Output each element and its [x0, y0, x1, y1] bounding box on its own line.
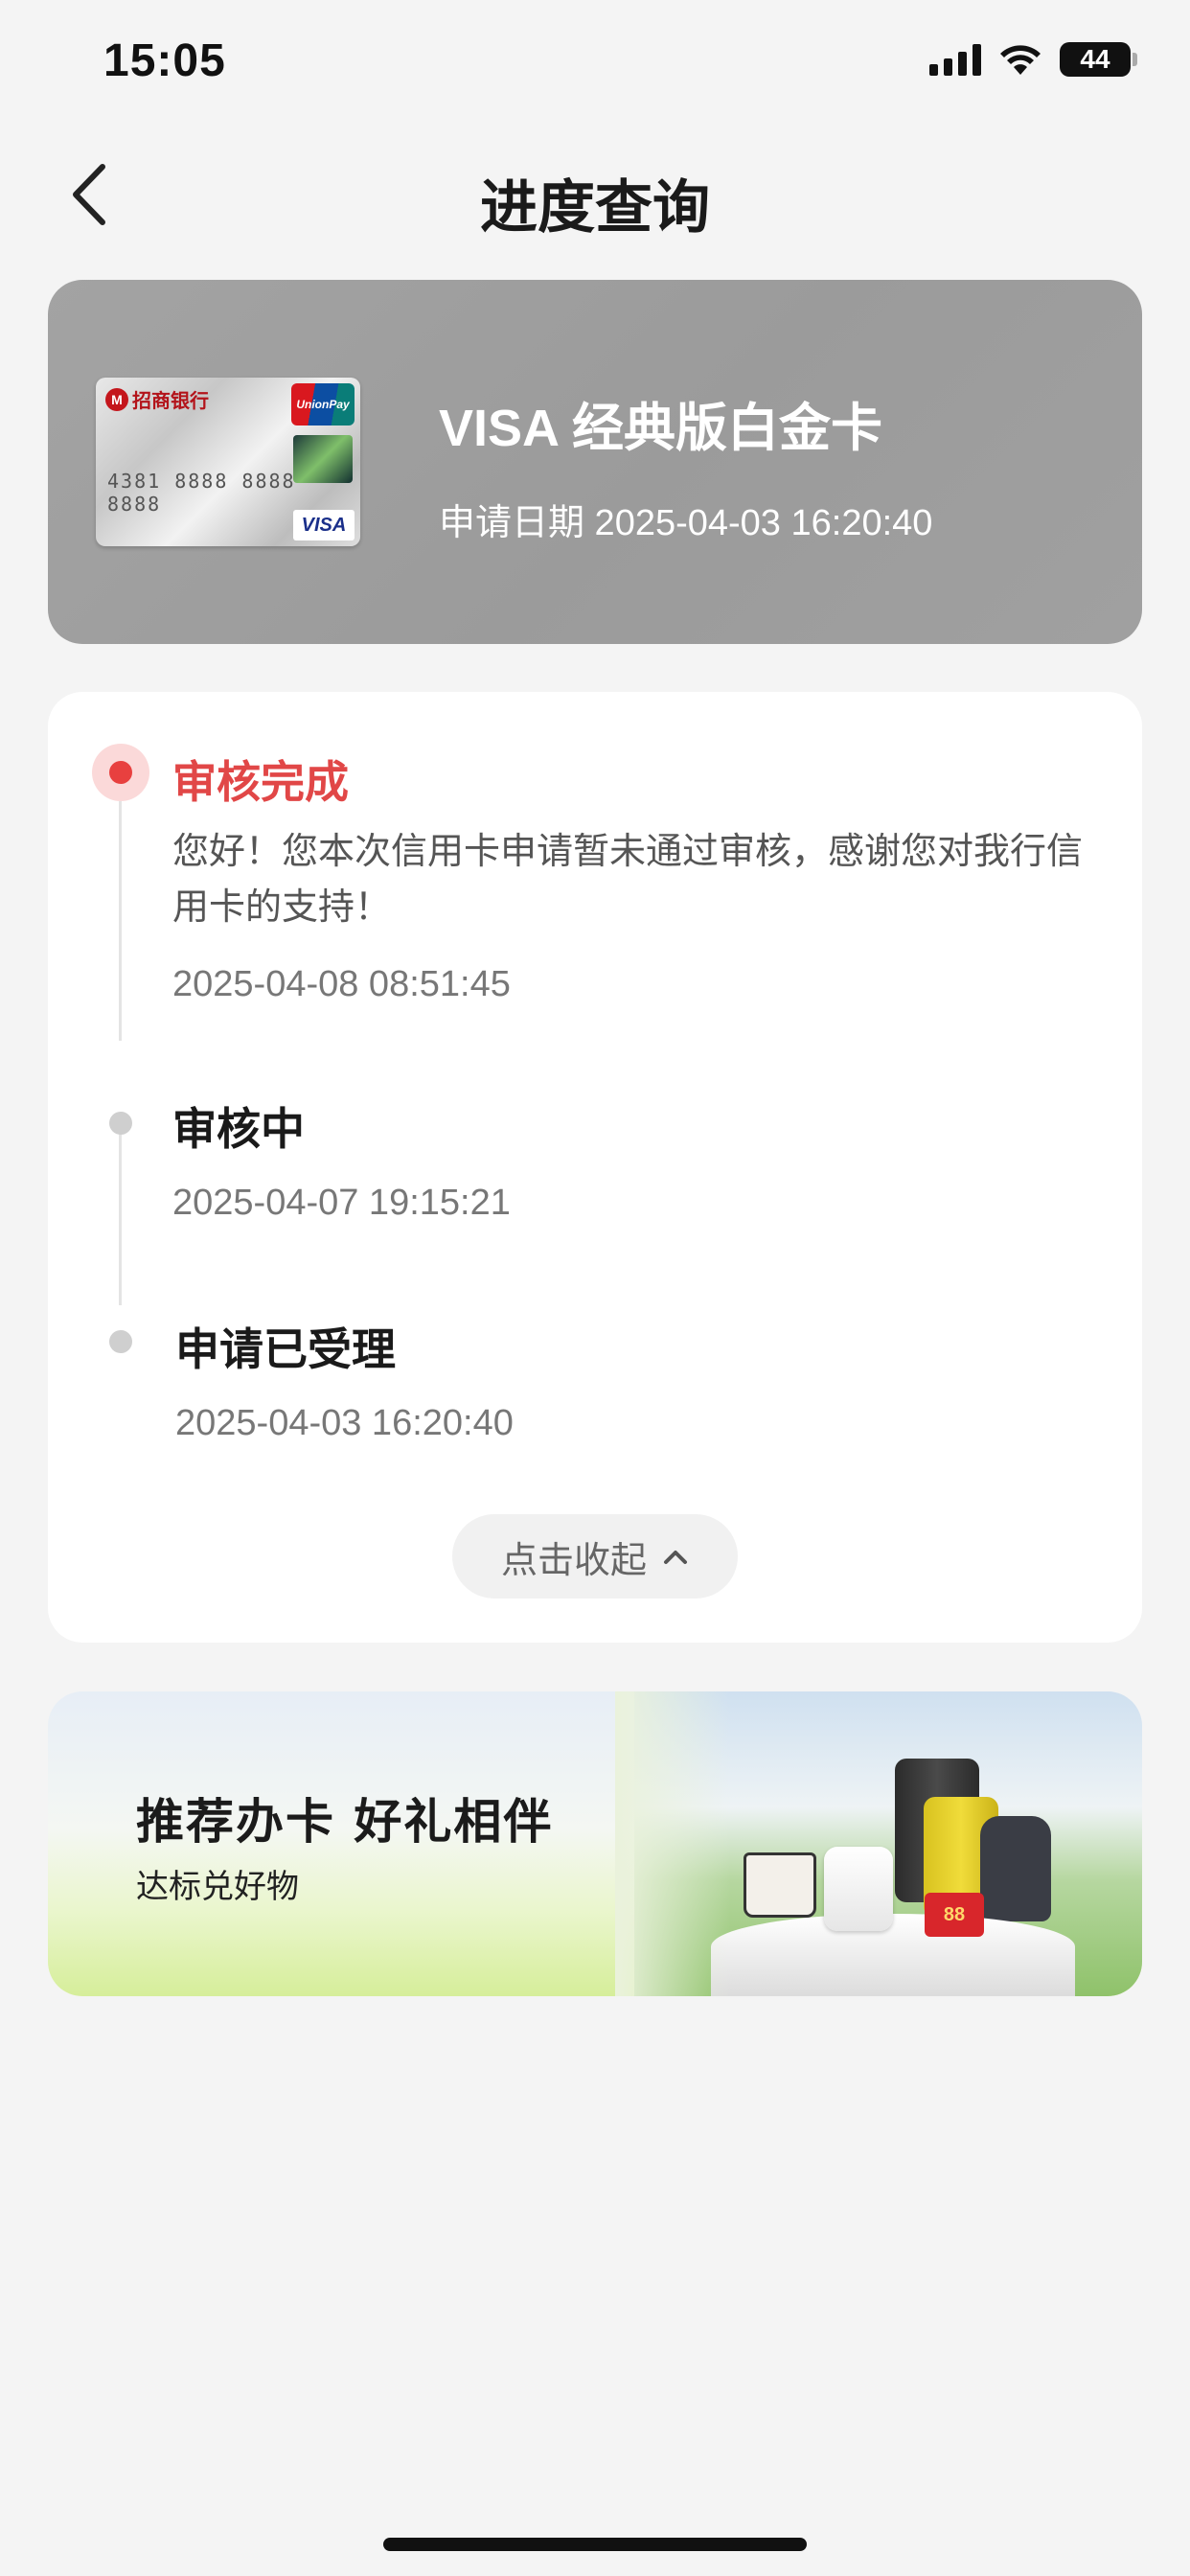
- step-time: 2025-04-03 16:20:40: [175, 1403, 514, 1443]
- promo-title: 推荐办卡 好礼相伴: [136, 1793, 554, 1850]
- step-title: 审核完成: [172, 757, 349, 807]
- wifi-icon: [1000, 45, 1041, 75]
- card-bank-name: 招商银行: [132, 389, 209, 412]
- timeline-dot: [109, 1330, 132, 1353]
- battery-icon: 44: [1060, 42, 1137, 77]
- status-icons: 44: [929, 42, 1137, 77]
- step-title: 审核中: [172, 1104, 305, 1154]
- step-title: 申请已受理: [175, 1324, 396, 1374]
- nav-header: 进度查询: [0, 144, 1190, 249]
- timeline-dot-active: [92, 744, 149, 801]
- step-time: 2025-04-08 08:51:45: [172, 964, 511, 1004]
- unionpay-logo: UnionPay: [291, 383, 355, 426]
- collapse-label: 点击收起: [500, 1540, 647, 1581]
- promo-subtitle: 达标兑好物: [136, 1869, 299, 1905]
- timeline-connector: [119, 1133, 122, 1305]
- page-title: 进度查询: [480, 175, 710, 240]
- status-time: 15:05: [103, 35, 226, 86]
- step-time: 2025-04-07 19:15:21: [172, 1183, 511, 1223]
- card-info-panel: M 招商银行 UnionPay 4381 8888 8888 8888 VISA…: [48, 280, 1142, 644]
- apply-date: 申请日期 2025-04-03 16:20:40: [439, 503, 933, 543]
- promo-banner[interactable]: 88 推荐办卡 好礼相伴 达标兑好物: [48, 1691, 1142, 1996]
- status-bar: 15:05 44: [0, 0, 1190, 125]
- podium: [711, 1914, 1075, 1996]
- collapse-button[interactable]: 点击收起: [452, 1514, 738, 1598]
- air-fryer-icon: [824, 1847, 893, 1931]
- cellular-signal-icon: [929, 43, 981, 76]
- timeline-connector: [119, 801, 122, 1041]
- card-number: 4381 8888 8888 8888: [107, 470, 296, 516]
- credit-card-image: M 招商银行 UnionPay 4381 8888 8888 8888 VISA: [96, 378, 360, 546]
- battery-level: 44: [1080, 44, 1110, 74]
- handbag-icon: [744, 1852, 816, 1918]
- card-bank: M 招商银行: [105, 385, 209, 413]
- progress-timeline: 审核完成 您好！您本次信用卡申请暂未通过审核，感谢您对我行信用卡的支持！ 202…: [48, 692, 1142, 1643]
- backpack-icon: [980, 1816, 1051, 1921]
- home-indicator[interactable]: [383, 2538, 807, 2551]
- card-name: VISA 经典版白金卡: [439, 400, 883, 457]
- step-description: 您好！您本次信用卡申请暂未通过审核，感谢您对我行信用卡的支持！: [172, 832, 1084, 928]
- bank-logo-icon: M: [105, 387, 128, 411]
- chevron-up-icon: [664, 1551, 687, 1564]
- visa-logo: VISA: [293, 510, 355, 540]
- timeline-dot: [109, 1112, 132, 1135]
- gift-badge: 88: [925, 1893, 984, 1937]
